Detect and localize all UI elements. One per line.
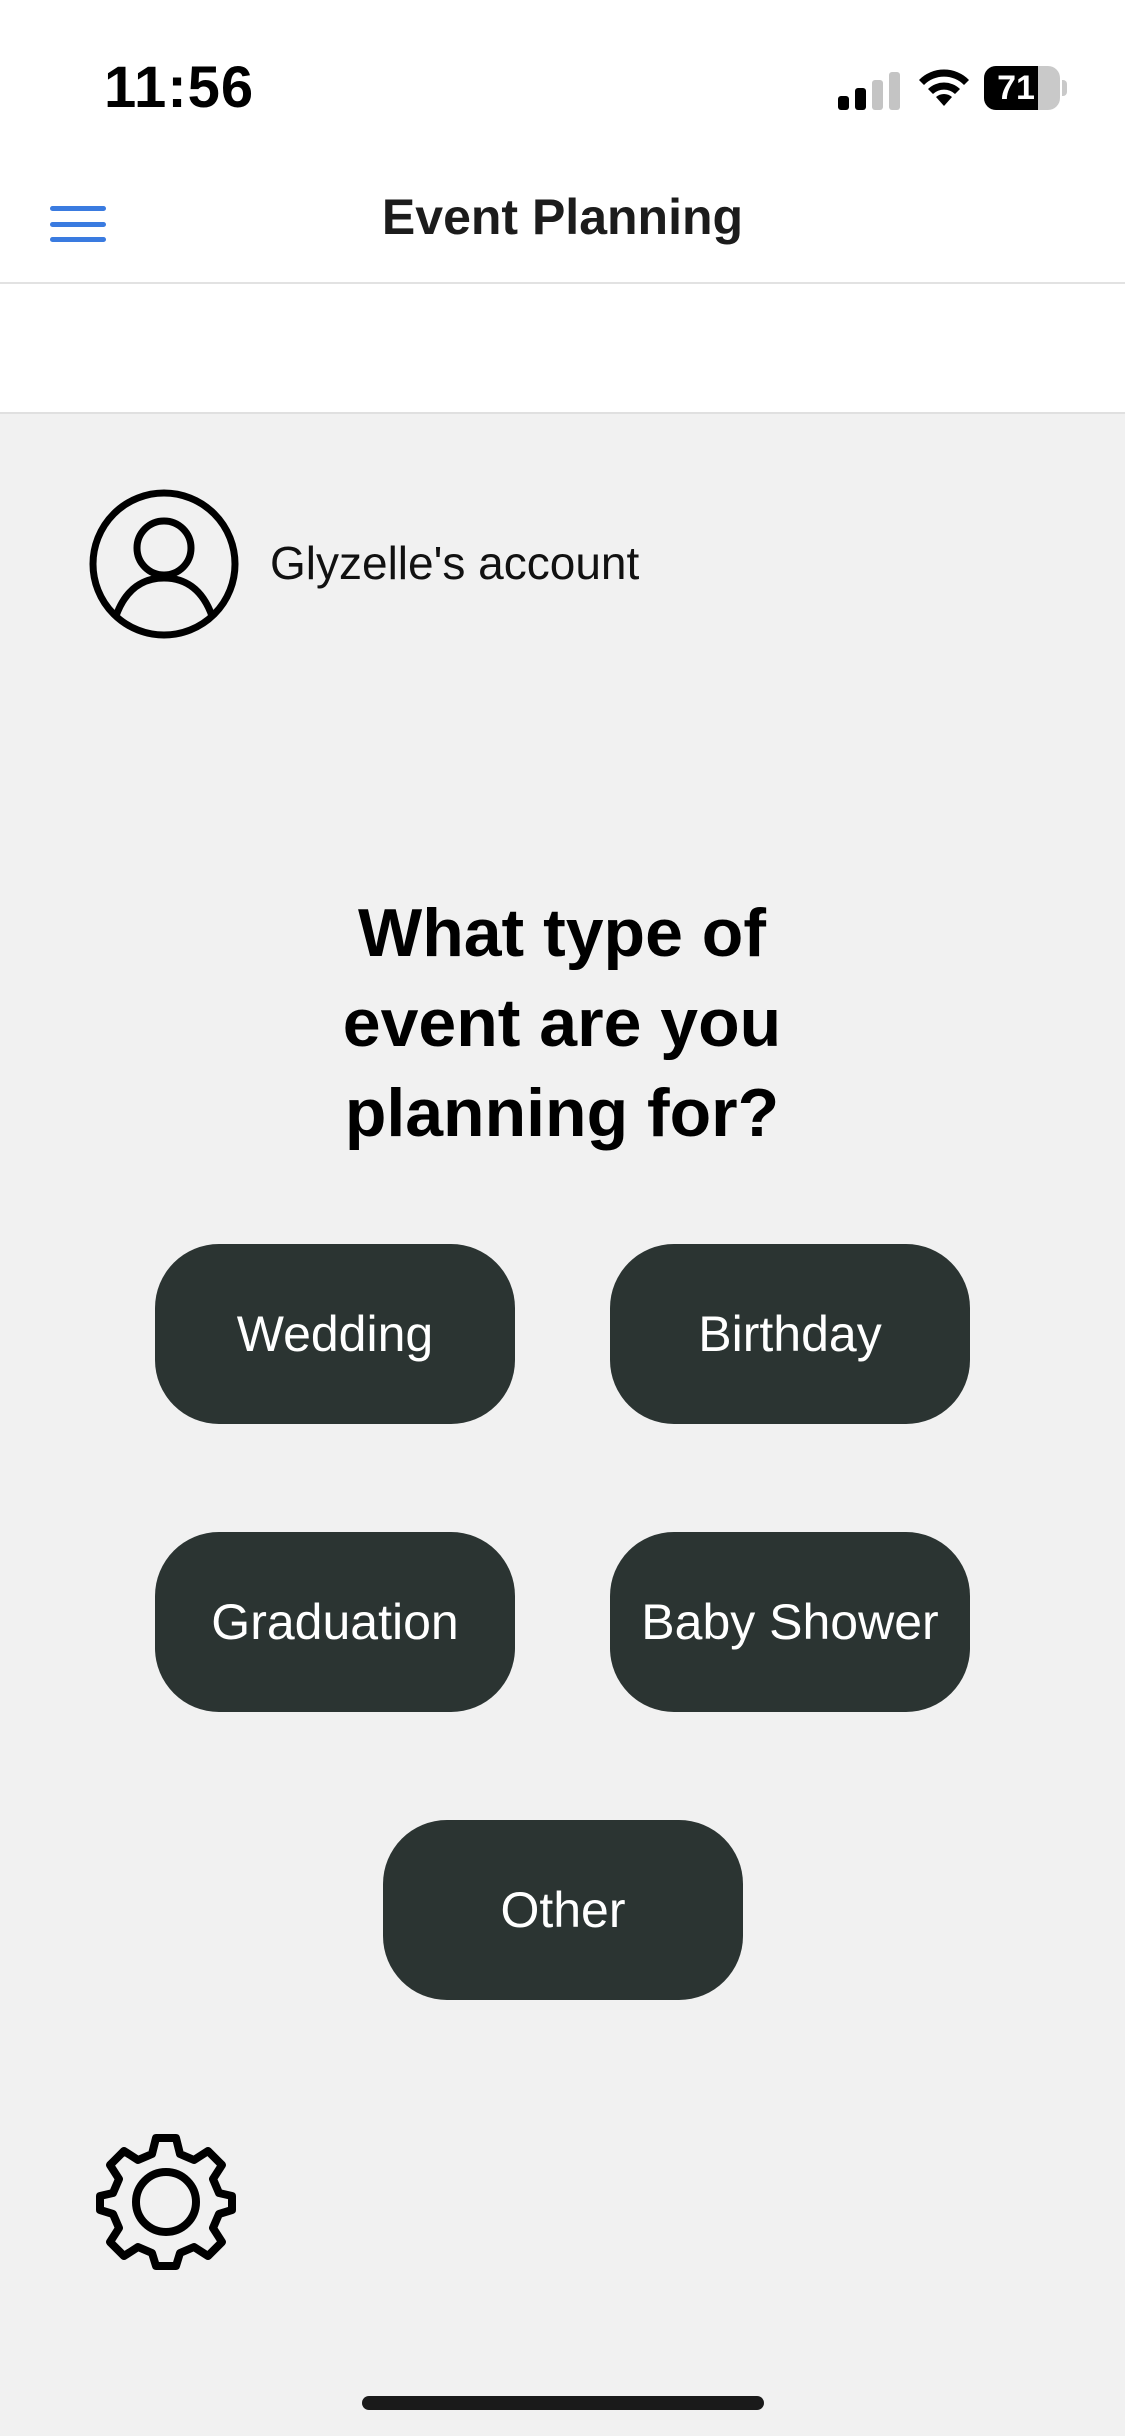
- wifi-icon: [919, 69, 969, 106]
- wedding-button[interactable]: Wedding: [155, 1244, 515, 1424]
- other-button[interactable]: Other: [383, 1820, 743, 2000]
- battery-level: 71: [997, 69, 1035, 107]
- screen: 11:56 71 Event Planning Glyzelle's accou…: [0, 0, 1125, 2436]
- status-bar: 11:56 71: [0, 0, 1125, 170]
- baby-shower-button[interactable]: Baby Shower: [610, 1532, 970, 1712]
- battery-cap: [1062, 80, 1067, 96]
- account-label[interactable]: Glyzelle's account: [270, 536, 639, 590]
- nav-bar: Event Planning: [0, 170, 1125, 284]
- graduation-button[interactable]: Graduation: [155, 1532, 515, 1712]
- cellular-signal-icon: [838, 72, 900, 110]
- question-heading: What type of event are you planning for?: [342, 895, 782, 1151]
- birthday-button[interactable]: Birthday: [610, 1244, 970, 1424]
- page-title: Event Planning: [381, 189, 744, 245]
- battery-icon: 71: [984, 66, 1067, 110]
- account-circle-icon[interactable]: [88, 488, 240, 640]
- home-indicator[interactable]: [362, 2396, 764, 2410]
- gear-icon[interactable]: [96, 2130, 236, 2270]
- header-band: [0, 284, 1125, 414]
- battery-body: 71: [984, 66, 1060, 110]
- status-time: 11:56: [104, 55, 255, 120]
